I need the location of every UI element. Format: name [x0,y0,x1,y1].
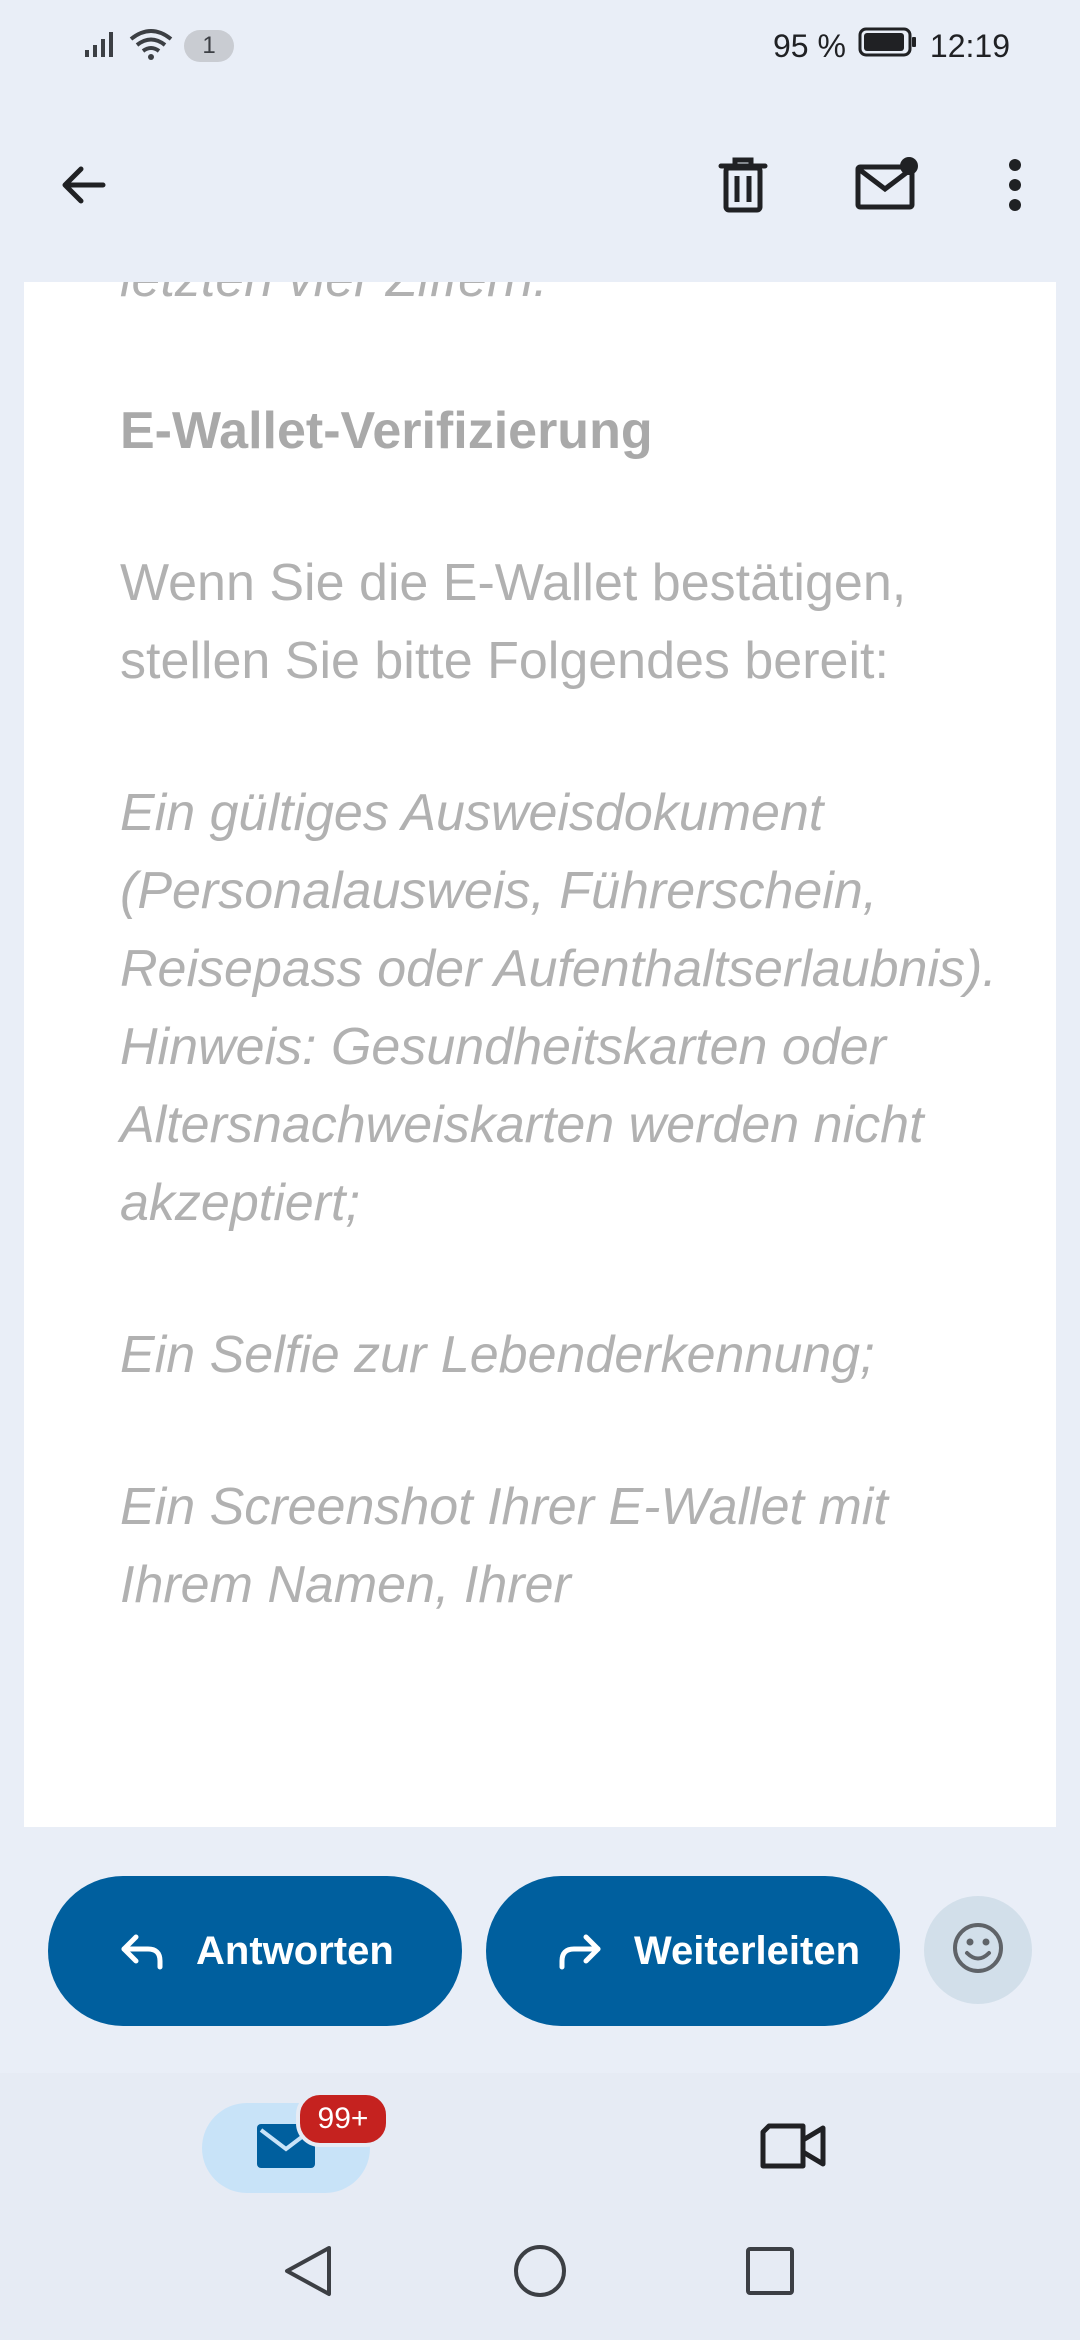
unread-count-badge: 99+ [296,2091,390,2147]
signal-icon [84,30,118,63]
system-navigation [0,2213,1080,2340]
sim-badge: 1 [184,30,234,62]
arrow-left-icon [55,157,111,218]
forward-label: Weiterleiten [634,1928,860,1973]
clock: 12:19 [929,27,1010,64]
delete-button[interactable] [708,152,778,222]
reply-button[interactable]: Antworten [48,1876,462,2026]
emoji-reaction-button[interactable] [924,1896,1032,2004]
smiley-icon [951,1921,1005,1980]
battery-icon [858,26,918,66]
requirement-screenshot: Ein Screenshot Ihrer E-Wallet mit Ihrem … [120,1478,888,1614]
reply-label: Antworten [196,1928,394,1973]
top-toolbar [0,120,1080,250]
action-bar: Antworten Weiterleiten [0,1828,1080,2073]
system-home-button[interactable] [500,2233,580,2313]
back-button[interactable] [48,152,118,222]
mail-unread-icon [854,156,920,218]
trash-icon [717,156,769,219]
section-heading: E-Wallet-Verifizierung [120,402,653,460]
status-right: 95 % 12:19 [773,26,1010,66]
status-bar: 1 95 % 12:19 [0,0,1080,100]
system-back-button[interactable] [268,2233,348,2313]
system-recents-button[interactable] [730,2233,810,2313]
requirement-id: Ein gültiges Ausweisdokument (Personalau… [120,784,997,1232]
reply-icon [114,1923,170,1979]
email-body-text: letzten vier Ziffern. E-Wallet-Verifizie… [120,282,1000,1698]
meet-tab[interactable] [755,2113,831,2183]
forward-icon [552,1923,608,1979]
wifi-icon [128,27,174,66]
forward-button[interactable]: Weiterleiten [486,1876,900,2026]
video-camera-icon [759,2120,827,2177]
partial-top-line: letzten vier Ziffern. [120,282,1000,318]
email-body[interactable]: letzten vier Ziffern. E-Wallet-Verifizie… [24,282,1056,1827]
requirement-selfie: Ein Selfie zur Lebenderkennung; [120,1326,875,1384]
triangle-back-icon [281,2242,335,2305]
status-left: 1 [84,26,234,66]
circle-home-icon [512,2243,568,2304]
mark-unread-button[interactable] [852,152,922,222]
square-recents-icon [744,2245,796,2302]
more-options-button[interactable] [980,152,1050,222]
bottom-navigation: 99+ [0,2073,1080,2213]
more-vert-icon [1005,157,1025,218]
intro-paragraph: Wenn Sie die E-Wallet bestätigen, stelle… [120,554,907,690]
battery-percent: 95 % [772,27,846,64]
